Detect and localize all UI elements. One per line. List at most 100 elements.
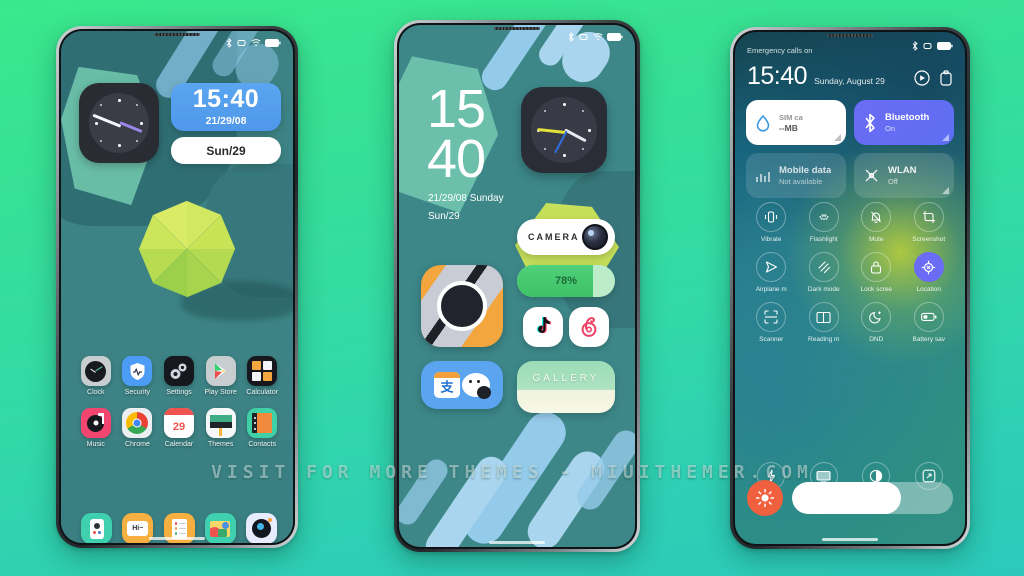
- signal-bars-icon: [756, 171, 770, 182]
- toggle-label: Mute: [869, 236, 884, 243]
- card-title: Bluetooth: [885, 112, 930, 123]
- sun-icon[interactable]: [747, 480, 783, 516]
- bluetooth-icon: [568, 32, 574, 42]
- toggle-dnd[interactable]: DND: [850, 302, 903, 343]
- battery-icon: [937, 42, 953, 50]
- media-icon[interactable]: [914, 70, 930, 86]
- widget-digital-clock[interactable]: 15:40 21/29/08: [171, 83, 281, 131]
- card-sub: Off: [888, 177, 898, 186]
- widget-battery[interactable]: 78%: [517, 265, 615, 297]
- app-calculator[interactable]: Calculator: [241, 356, 283, 396]
- toggle-screenshot[interactable]: Screenshot: [903, 202, 956, 243]
- clipboard-icon[interactable]: [939, 70, 953, 86]
- app-tiktok[interactable]: [523, 307, 563, 347]
- phone-icon[interactable]: [81, 513, 112, 543]
- toggle-label: Vibrate: [761, 236, 782, 243]
- toggle-label: DND: [869, 336, 884, 343]
- wifi-icon: [251, 39, 261, 47]
- clock-day-line: Sun/29: [428, 211, 460, 222]
- card-resize-handle[interactable]: [942, 187, 949, 194]
- toggle-airplane-mode[interactable]: Airplane m: [745, 252, 798, 293]
- card-bluetooth[interactable]: Bluetooth On: [854, 100, 954, 145]
- toggle-label: Location: [916, 286, 942, 293]
- shield-icon: [122, 356, 153, 386]
- card-resize-handle[interactable]: [942, 134, 949, 141]
- app-label: Contacts: [248, 441, 276, 448]
- toggle-label: Dark mode: [807, 286, 840, 293]
- phone-3-bezel: Emergency calls on 15:40 Sunday, August …: [733, 30, 967, 546]
- card-data-usage[interactable]: SIM ca --MB: [746, 100, 846, 145]
- contacts-icon: [247, 408, 278, 438]
- home-indicator[interactable]: [489, 541, 545, 544]
- card-mobile-data[interactable]: Mobile data Not available: [746, 153, 846, 198]
- toggle-dark-mode[interactable]: Dark mode: [798, 252, 851, 293]
- app-clock[interactable]: Clock: [75, 356, 117, 396]
- card-title: WLAN: [888, 165, 917, 176]
- calendar-day: 29: [172, 420, 186, 433]
- brightness-control: [747, 480, 953, 516]
- date-pill-text: Sun/29: [206, 143, 246, 158]
- toggle-location[interactable]: Location: [903, 252, 956, 293]
- toggle-reading-mode[interactable]: Reading m: [798, 302, 851, 343]
- card-wlan[interactable]: WLAN Off: [854, 153, 954, 198]
- toggle-lock-screen[interactable]: Lock scree: [850, 252, 903, 293]
- widget-analog-clock[interactable]: [521, 87, 607, 173]
- app-themes[interactable]: Themes: [200, 408, 242, 448]
- lock-icon: [861, 252, 892, 282]
- battery-icon: [607, 33, 623, 41]
- home-indicator[interactable]: [149, 537, 205, 540]
- dark-mode-icon: [808, 252, 839, 282]
- clock-hour: 15: [427, 79, 486, 139]
- app-camera-large[interactable]: [421, 265, 503, 347]
- widget-date-pill[interactable]: Sun/29: [171, 137, 281, 164]
- app-label: Music: [86, 441, 105, 448]
- app-payment-folder[interactable]: 支: [421, 361, 503, 409]
- toggle-mute[interactable]: Mute: [850, 202, 903, 243]
- card-title: Mobile data: [779, 165, 832, 176]
- widget-camera[interactable]: CAMERA: [517, 219, 615, 255]
- app-contacts[interactable]: Contacts: [241, 408, 283, 448]
- app-security[interactable]: Security: [117, 356, 159, 396]
- umbrella-illustration: [139, 201, 235, 297]
- app-calendar[interactable]: 29 Calendar: [158, 408, 200, 448]
- clock-hand-minute: [92, 113, 122, 128]
- gallery-icon[interactable]: [204, 513, 236, 543]
- gallery-label: GALLERY: [532, 373, 600, 384]
- app-label: Clock: [87, 389, 105, 396]
- toggle-label: Battery sav: [912, 336, 945, 343]
- camera-label: CAMERA: [528, 232, 580, 242]
- card-resize-handle[interactable]: [834, 134, 841, 141]
- toggle-battery-saver[interactable]: Battery sav: [903, 302, 956, 343]
- app-label: Calendar: [164, 441, 194, 448]
- screenshot-icon: [913, 202, 944, 232]
- toggle-vibrate[interactable]: Vibrate: [745, 202, 798, 243]
- wechat-icon: [462, 373, 491, 399]
- phone-3-screen: Emergency calls on 15:40 Sunday, August …: [735, 32, 965, 544]
- bluetooth-icon: [912, 41, 918, 51]
- app-chrome[interactable]: Chrome: [117, 408, 159, 448]
- phone-2-bezel: 15 40 21/29/08 Sunday Sun/29 CAMERA 78% …: [397, 23, 637, 549]
- camera-lens-icon: [582, 224, 608, 250]
- app-label: Chrome: [124, 441, 150, 448]
- scanner-icon: [756, 302, 787, 332]
- camera-icon[interactable]: [246, 513, 277, 543]
- toggle-scanner[interactable]: Scanner: [745, 302, 798, 343]
- lockscreen-clock: 15 40: [427, 79, 486, 185]
- app-label: Play Store: [204, 389, 237, 396]
- battery-percent: 78%: [554, 275, 578, 287]
- phone-3-control-center: Emergency calls on 15:40 Sunday, August …: [730, 27, 970, 549]
- brightness-slider[interactable]: [792, 482, 953, 514]
- app-netease-music[interactable]: [569, 307, 609, 347]
- card-sub: --MB: [779, 122, 798, 133]
- app-settings[interactable]: Settings: [158, 356, 200, 396]
- widget-analog-clock[interactable]: [79, 83, 159, 163]
- toggle-flashlight[interactable]: Flashlight: [798, 202, 851, 243]
- app-music[interactable]: Music: [75, 408, 117, 448]
- alipay-icon: 支: [434, 372, 460, 398]
- clock-hand-hour: [564, 128, 587, 143]
- dnd-moon-icon: [861, 302, 892, 332]
- card-sub: Not available: [779, 177, 823, 186]
- app-play-store[interactable]: Play Store: [200, 356, 242, 396]
- widget-gallery[interactable]: GALLERY: [517, 361, 615, 413]
- home-indicator[interactable]: [822, 538, 878, 541]
